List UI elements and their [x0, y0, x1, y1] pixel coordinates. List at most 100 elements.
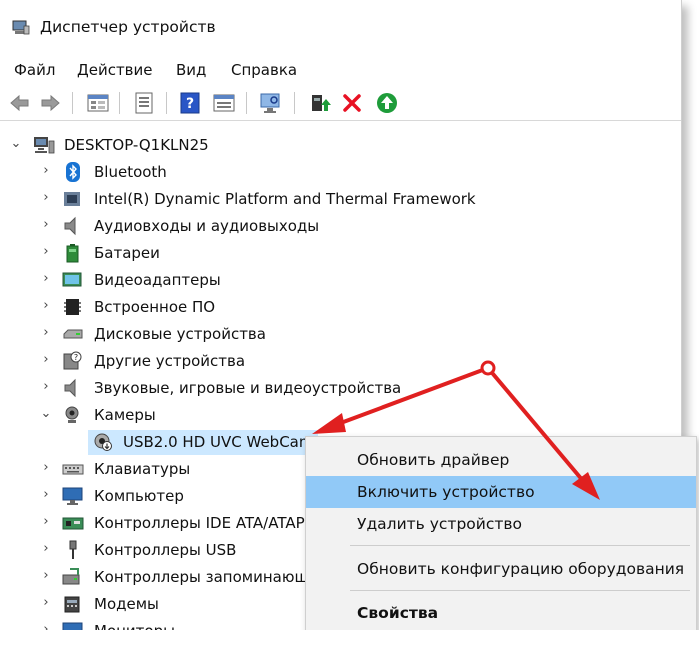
menu-item-label: Удалить устройство — [357, 515, 523, 533]
chevron-right-icon[interactable]: › — [40, 596, 52, 610]
tree-item-audio-io[interactable]: › Аудиовходы и аудиовыходы — [0, 213, 681, 240]
battery-icon — [66, 244, 79, 263]
tree-item-display-adapters[interactable]: › Видеоадаптеры — [0, 267, 681, 294]
tree-item-label: Контроллеры USB — [94, 541, 237, 559]
ide-controller-icon — [62, 517, 84, 530]
tree-item-firmware[interactable]: › Встроенное ПО — [0, 294, 681, 321]
tree-item-cameras[interactable]: ⌄ Камеры — [0, 402, 681, 429]
chevron-right-icon[interactable]: › — [40, 488, 52, 502]
menu-help[interactable]: Справка — [231, 61, 297, 79]
toolbar-separator — [72, 92, 73, 114]
tree-item-label: Клавиатуры — [94, 460, 191, 478]
menu-item-label: Обновить драйвер — [357, 451, 510, 469]
tree-item-label: Intel(R) Dynamic Platform and Thermal Fr… — [94, 190, 476, 208]
menu-item-uninstall-device[interactable]: Удалить устройство — [306, 508, 696, 540]
scan-hardware-icon[interactable] — [258, 91, 282, 115]
sound-icon — [64, 378, 76, 398]
details-icon[interactable] — [132, 91, 156, 115]
update-driver-icon[interactable] — [308, 91, 332, 115]
menu-item-label: Включить устройство — [357, 483, 535, 501]
chevron-right-icon[interactable]: › — [40, 245, 52, 259]
storage-controller-icon — [62, 568, 80, 585]
menu-view[interactable]: Вид — [176, 61, 206, 79]
computer-name: DESKTOP-Q1KLN25 — [64, 136, 209, 154]
chevron-right-icon[interactable]: › — [40, 542, 52, 556]
firmware-icon — [64, 299, 81, 315]
menu-item-properties[interactable]: Свойства — [306, 597, 696, 629]
menu-action[interactable]: Действие — [77, 61, 153, 79]
chevron-right-icon[interactable]: › — [40, 569, 52, 583]
tree-item-label: Видеоадаптеры — [94, 271, 221, 289]
usb-icon — [69, 540, 77, 559]
tree-item-label: Звуковые, игровые и видеоустройства — [94, 379, 402, 397]
enable-icon[interactable] — [375, 91, 399, 115]
window-title: Диспетчер устройств — [40, 18, 216, 36]
toolbar: ? — [0, 86, 681, 121]
menu-item-update-driver[interactable]: Обновить драйвер — [306, 444, 696, 476]
toolbar-separator — [166, 92, 167, 114]
chevron-right-icon[interactable]: › — [40, 461, 52, 475]
chevron-right-icon[interactable]: › — [40, 326, 52, 340]
tree-item-sound-devices[interactable]: › Звуковые, игровые и видеоустройства — [0, 375, 681, 402]
disk-drive-icon — [63, 329, 83, 339]
toolbar-separator — [294, 92, 295, 114]
svg-text:?: ? — [74, 353, 78, 362]
menu-item-scan-hardware[interactable]: Обновить конфигурацию оборудования — [306, 553, 696, 585]
tree-item-label: Bluetooth — [94, 163, 167, 181]
tree-item-label: Другие устройства — [94, 352, 246, 370]
context-menu: Обновить драйвер Включить устройство Уда… — [305, 436, 697, 648]
menu-item-enable-device[interactable]: Включить устройство — [306, 476, 696, 508]
tree-item-label: Компьютер — [94, 487, 184, 505]
device-manager-app-icon — [12, 20, 30, 35]
properties-view-icon[interactable] — [86, 91, 110, 115]
chevron-down-icon[interactable]: ⌄ — [10, 137, 22, 151]
menu-item-label: Обновить конфигурацию оборудования — [357, 560, 685, 578]
help-icon[interactable]: ? — [178, 91, 202, 115]
keyboard-icon — [62, 464, 84, 475]
modem-icon — [64, 596, 80, 613]
toolbar-separator — [246, 92, 247, 114]
show-hidden-icon[interactable] — [212, 91, 236, 115]
tree-item-label: Дисковые устройства — [94, 325, 266, 343]
forward-icon[interactable] — [38, 91, 62, 115]
menu-file[interactable]: Файл — [14, 61, 55, 79]
bluetooth-icon — [66, 162, 80, 182]
toolbar-separator — [119, 92, 120, 114]
tree-item-label: USB2.0 HD UVC WebCam — [123, 433, 314, 451]
chevron-right-icon[interactable]: › — [40, 299, 52, 313]
tree-item-label: Встроенное ПО — [94, 298, 216, 316]
tree-item-intel-dptf[interactable]: › Intel(R) Dynamic Platform and Thermal … — [0, 186, 681, 213]
menu-separator — [350, 545, 690, 546]
chevron-right-icon[interactable]: › — [40, 272, 52, 286]
webcam-disabled-icon — [94, 433, 112, 451]
unknown-device-icon: ? — [63, 351, 82, 370]
chevron-right-icon[interactable]: › — [40, 164, 52, 178]
display-adapter-icon — [62, 272, 82, 287]
tree-item-label: Аудиовходы и аудиовыходы — [94, 217, 320, 235]
tree-item-disk-drives[interactable]: › Дисковые устройства — [0, 321, 681, 348]
tree-item-label: Модемы — [94, 595, 159, 613]
menu-item-label: Свойства — [357, 604, 439, 622]
tree-item-label: Контроллеры IDE ATA/ATAPI — [94, 514, 310, 532]
tree-item-other-devices[interactable]: › ? Другие устройства — [0, 348, 681, 375]
chevron-right-icon[interactable]: › — [40, 218, 52, 232]
speaker-icon — [64, 216, 76, 236]
tree-item-bluetooth[interactable]: › Bluetooth — [0, 159, 681, 186]
chevron-right-icon[interactable]: › — [40, 191, 52, 205]
uninstall-icon[interactable] — [340, 91, 364, 115]
tree-item-batteries[interactable]: › Батареи — [0, 240, 681, 267]
chevron-right-icon[interactable]: › — [40, 515, 52, 529]
chip-folder-icon — [64, 192, 80, 206]
computer-tree-icon — [34, 137, 55, 154]
chevron-down-icon[interactable]: ⌄ — [40, 407, 52, 421]
chevron-right-icon[interactable]: › — [40, 353, 52, 367]
menu-bar: Файл Действие Вид Справка — [0, 56, 681, 84]
chevron-right-icon[interactable]: › — [40, 380, 52, 394]
title-bar: Диспетчер устройств — [0, 0, 681, 52]
torn-edge — [0, 630, 699, 654]
menu-separator — [350, 590, 690, 591]
tree-root[interactable]: ⌄ DESKTOP-Q1KLN25 — [0, 132, 681, 159]
tree-item-label: Камеры — [94, 406, 156, 424]
camera-icon — [65, 406, 79, 423]
back-icon[interactable] — [8, 91, 32, 115]
